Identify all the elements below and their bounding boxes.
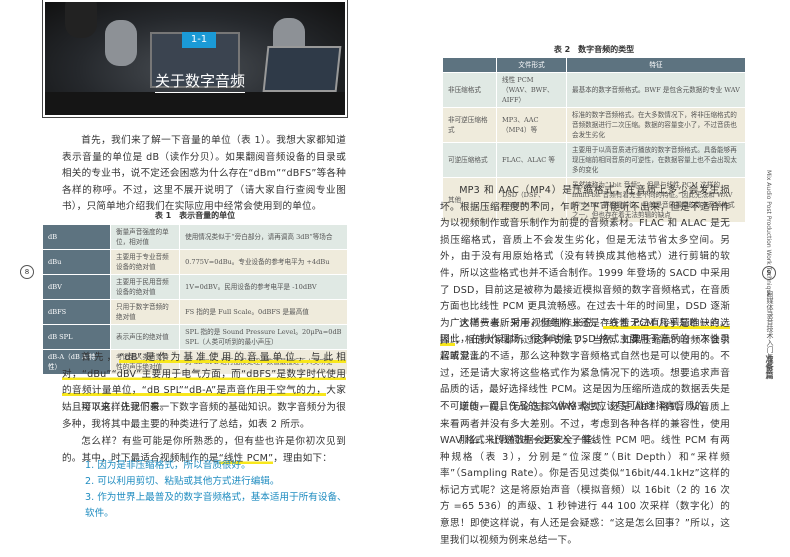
column-header: 文件形式 — [496, 57, 567, 73]
table-cell: 可逆压缩格式 — [442, 142, 497, 178]
table-cell: 主要用于以高音质进行播放的数字音频格式。具备能够再现压缩前相同音质的可逆性，在数… — [566, 142, 746, 178]
table-cell: 最基本的数字音频格式。BWF 是包含元数据的专业 WAV — [566, 72, 746, 108]
table-cell: FLAC、ALAC 等 — [496, 142, 567, 178]
table-cell: 主要用于专业音频设备的绝对值 — [109, 249, 181, 275]
page-number: 9 — [762, 266, 776, 280]
speaker-image — [105, 20, 137, 66]
table-cell: dBV — [42, 274, 111, 300]
table-cell: dB — [42, 224, 111, 250]
list-item: 2. 可以利用剪切、粘贴或其他方式进行编辑。 — [85, 476, 280, 487]
table-cell: 表示声压的绝对值 — [109, 324, 181, 350]
table-caption: 表 1 表示音量的单位 — [154, 211, 236, 220]
table-row: 可逆压缩格式 FLAC、ALAC 等主要用于以高音质进行播放的数字音频格式。具备能… — [442, 142, 746, 178]
table-cell: 主要用于民用音频设备的绝对值 — [109, 274, 181, 300]
table-cell: dB SPL — [42, 324, 111, 350]
table-cell: SPL 指的是 Sound Pressure Level。20μPa=0dB S… — [179, 324, 348, 350]
text: 这样一来，对于视频制作来说， — [459, 318, 604, 329]
table-row: 非压缩格式 线性 PCM（WAV、BWF、AIFF） 最基本的数字音频格式。BWF … — [442, 72, 746, 108]
sidebar-section: 准备篇 — [765, 355, 774, 379]
table-row: dB 衡量声音强度的单位，相对值 使用情况类似于“旁白部分，请再调高 3dB”等场合 — [42, 224, 348, 250]
table-caption: 表 2 数字音频的类型 — [553, 45, 635, 54]
table-cell: 非压缩格式 — [442, 72, 497, 108]
paragraph: 那么，让我们进一步深入了解线性 PCM 吧。线性 PCM 有两种规格（表 3），… — [440, 435, 730, 546]
table-row: dBFS 只用于数字音频的绝对值 FS 指的是 Full Scale。0dBFS 是… — [42, 299, 348, 325]
table-cell: 0.775V=0dBu。专业设备的参考电平为 +4dBu — [179, 249, 348, 275]
laptop-image — [262, 46, 342, 92]
page-number: 8 — [20, 265, 34, 279]
desk-image — [45, 92, 345, 115]
section-title: 关于数字音频 — [155, 70, 246, 93]
table-row: dBV 主要用于民用音频设备的绝对值 1V=0dBV。民用设备的参考电平是 -10d… — [42, 274, 348, 300]
table-cell: 标准的数字音频格式。在大多数情况下，将非压缩格式的音频数据进行二次压缩。数据的容… — [566, 107, 746, 143]
table-cell: 只用于数字音频的绝对值 — [109, 299, 181, 325]
table-cell: 非可逆压缩格式 — [442, 107, 497, 143]
column-header — [442, 57, 497, 73]
column-header: 特征 — [566, 57, 746, 73]
table-row: dB SPL 表示声压的绝对值 SPL 指的是 Sound Pressure Lev… — [42, 324, 348, 350]
table-row: dBu 主要用于专业音频设备的绝对值 0.775V=0dBu。专业设备的参考电平为 … — [42, 249, 348, 275]
paragraph: 首先，我们来了解一下音量的单位（表 1）。我想大家都知道表示音量的单位是 dB（… — [62, 135, 346, 213]
text: 首先， — [81, 352, 120, 363]
table-row: 非可逆压缩格式 MP3、AAC（MP4）等 标准的数字音频格式。在大多数情况下，将非… — [442, 107, 746, 143]
list-item: 3. 作为世界上最普及的数字音频格式，基本适用于所有设备、软件。 — [85, 492, 347, 519]
table-cell: FS 指的是 Full Scale。0dBFS 是最高值 — [179, 299, 348, 325]
table-cell: 1V=0dBV。民用设备的参考电平是 -10dBV — [179, 274, 348, 300]
table-cell: dBu — [42, 249, 111, 275]
table-cell: MP3、AAC（MP4）等 — [496, 107, 567, 143]
list-item: 1. 因为是非压缩格式，所以音质很好。 — [85, 460, 251, 471]
chapter-hero-image: 1-1 关于数字音频 — [42, 0, 348, 118]
speaker-image — [65, 2, 97, 38]
table-cell: 使用情况类似于“旁白部分，请再调高 3dB”等场合 — [179, 224, 348, 250]
table-cell: dBFS — [42, 299, 111, 325]
paragraph: 接下来，让我们看一下数字音频的基础知识。数字音频分为很多种，我将其中最主要的种类… — [62, 402, 346, 430]
table-cell: 线性 PCM（WAV、BWF、AIFF） — [496, 72, 567, 108]
section-badge: 1-1 — [182, 32, 216, 48]
reasons-list: 1. 因为是非压缩格式，所以音质很好。 2. 可以利用剪切、粘贴或其他方式进行编… — [85, 458, 355, 522]
table-cell: 衡量声音强度的单位，相对值 — [109, 224, 181, 250]
